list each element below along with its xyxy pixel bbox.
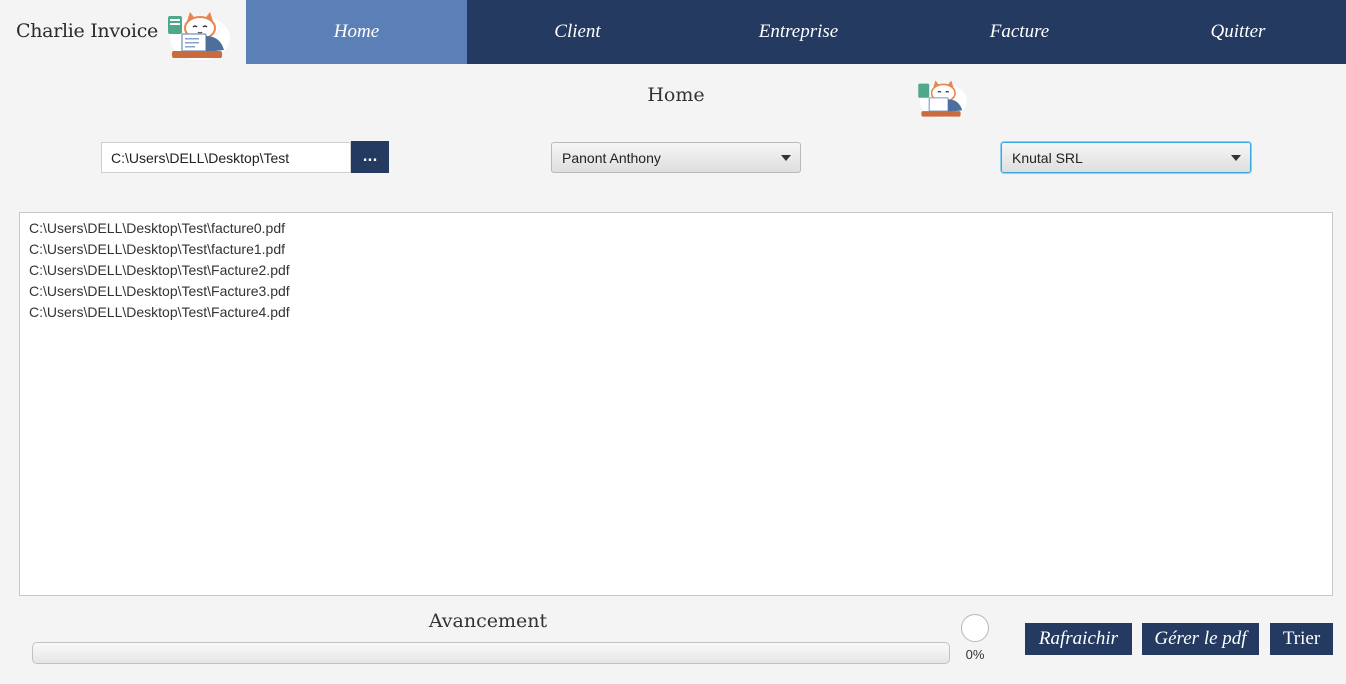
chevron-down-icon	[781, 155, 791, 161]
list-item[interactable]: C:\Users\DELL\Desktop\Test\Facture3.pdf	[20, 281, 1332, 302]
refresh-button[interactable]: Rafraichir	[1025, 623, 1132, 655]
folder-path-input[interactable]	[101, 142, 351, 173]
list-item[interactable]: C:\Users\DELL\Desktop\Test\facture1.pdf	[20, 239, 1332, 260]
client-select-value: Panont Anthony	[562, 149, 661, 166]
nav-entreprise[interactable]: Entreprise	[688, 0, 909, 64]
progress-percent: 0%	[965, 647, 985, 662]
list-item[interactable]: C:\Users\DELL\Desktop\Test\Facture2.pdf	[20, 260, 1332, 281]
list-item[interactable]: C:\Users\DELL\Desktop\Test\facture0.pdf	[20, 218, 1332, 239]
cat-mascot-icon	[918, 80, 967, 119]
chevron-down-icon	[1231, 155, 1241, 161]
list-item[interactable]: C:\Users\DELL\Desktop\Test\Facture4.pdf	[20, 302, 1332, 323]
top-navigation-bar: Charlie Invoice Home Client Entreprise F…	[0, 0, 1346, 64]
browse-folder-button[interactable]: ...	[351, 141, 389, 173]
progress-label: Avancement	[428, 610, 548, 632]
nav-facture[interactable]: Facture	[909, 0, 1130, 64]
page-title: Home	[647, 84, 705, 106]
sort-button[interactable]: Trier	[1270, 623, 1333, 655]
cat-mascot-icon	[168, 12, 230, 60]
client-select[interactable]: Panont Anthony	[551, 142, 801, 173]
pdf-file-list[interactable]: C:\Users\DELL\Desktop\Test\facture0.pdf …	[19, 212, 1333, 596]
progress-indicator-icon	[961, 614, 989, 642]
company-select-value: Knutal SRL	[1012, 149, 1083, 166]
nav-client[interactable]: Client	[467, 0, 688, 64]
company-select[interactable]: Knutal SRL	[1001, 142, 1251, 173]
progress-bar	[32, 642, 950, 664]
app-title: Charlie Invoice	[16, 20, 158, 42]
brand-area: Charlie Invoice	[0, 0, 246, 64]
nav-home[interactable]: Home	[246, 0, 467, 64]
nav-quitter[interactable]: Quitter	[1130, 0, 1346, 64]
manage-pdf-button[interactable]: Gérer le pdf	[1142, 623, 1259, 655]
